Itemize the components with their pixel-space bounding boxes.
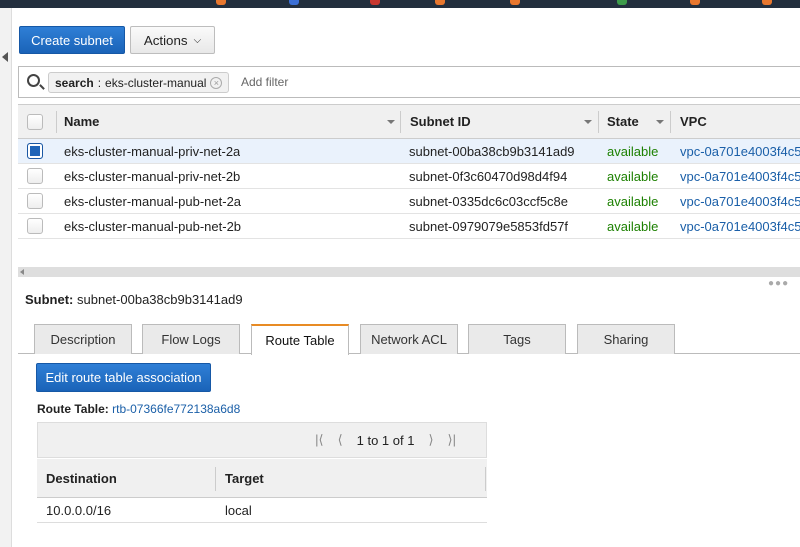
vpc-link[interactable]: vpc-0a701e4003f4c59 [680,214,800,238]
row-checkbox[interactable] [27,193,43,209]
subnet-id: subnet-0979079e5853fd57f [409,218,569,234]
subnet-id: subnet-0f3c60470d98d4f94 [409,168,568,184]
table-row[interactable]: eks-cluster-manual-priv-net-2a subnet-00… [18,139,800,164]
prev-page-icon[interactable]: ⟨ [338,432,343,448]
subnet-name: eks-cluster-manual-priv-net-2b [64,168,241,184]
tab-sharing[interactable]: Sharing [577,324,675,354]
subnet-id: subnet-00ba38cb9b3141ad9 [409,143,575,159]
actions-label: Actions [143,32,188,48]
service-icon[interactable] [617,0,627,5]
filter-bar[interactable]: search : eks-cluster-manual × [18,66,800,98]
top-nav-bar [0,0,800,8]
service-icon[interactable] [216,0,226,5]
table-row[interactable]: eks-cluster-manual-priv-net-2b subnet-0f… [18,164,800,189]
subnet-name: eks-cluster-manual-pub-net-2a [64,193,242,209]
filter-chip-key: search [55,75,94,90]
tab-route-table[interactable]: Route Table [251,324,349,355]
create-subnet-button[interactable]: Create subnet [19,26,125,54]
route-target: local [225,502,252,518]
row-checkbox[interactable] [27,168,43,184]
service-icon[interactable] [690,0,700,5]
table-row[interactable]: eks-cluster-manual-pub-net-2a subnet-033… [18,189,800,214]
subnet-id: subnet-0335dc6c03ccf5c8e [409,193,569,209]
table-row[interactable]: eks-cluster-manual-pub-net-2b subnet-097… [18,214,800,239]
state-value: available [607,218,659,234]
collapse-left-icon[interactable] [2,52,8,62]
first-page-icon[interactable]: |⟨ [315,432,323,448]
route-table-link[interactable]: rtb-07366fe772138a6d8 [112,402,240,416]
chevron-down-icon: ⌵ [193,34,202,46]
search-icon [27,74,40,87]
state-value: available [607,193,659,209]
main-panel: Create subnet Actions ⌵ search : eks-clu… [12,8,800,547]
row-checkbox[interactable] [27,143,43,159]
sort-caret-icon[interactable] [656,120,664,124]
column-header-name[interactable]: Name [64,105,99,138]
edit-route-table-association-button[interactable]: Edit route table association [36,363,211,392]
filter-chip[interactable]: search : eks-cluster-manual × [48,72,230,93]
service-icon[interactable] [289,0,299,5]
pagination-text: 1 to 1 of 1 [356,432,415,448]
selected-subnet-id: subnet-00ba38cb9b3141ad9 [77,292,243,307]
route-table-label: Route Table: rtb-07366fe772138a6d8 [37,402,241,416]
tab-flow-logs[interactable]: Flow Logs [142,324,240,354]
selected-subnet-label: Subnet: subnet-00ba38cb9b3141ad9 [25,292,243,307]
sort-caret-icon[interactable] [387,120,395,124]
scroll-left-icon[interactable] [20,269,24,275]
tab-description[interactable]: Description [34,324,132,354]
remove-filter-icon[interactable]: × [210,76,223,89]
state-value: available [607,143,659,159]
column-header-vpc[interactable]: VPC [680,105,707,138]
resize-handle-icon[interactable]: ●●● [768,278,789,289]
state-value: available [607,168,659,184]
add-filter-input[interactable] [241,75,441,89]
service-icon[interactable] [370,0,380,5]
detail-tabs: Description Flow Logs Route Table Networ… [18,324,800,355]
sort-caret-icon[interactable] [584,120,592,124]
subnet-name: eks-cluster-manual-pub-net-2b [64,218,242,234]
column-header-state[interactable]: State [607,105,639,138]
actions-dropdown-button[interactable]: Actions ⌵ [130,26,215,54]
subnets-table: Name Subnet ID State VPC eks-cluster-man… [18,104,800,239]
filter-chip-value: eks-cluster-manual [105,75,207,90]
row-checkbox[interactable] [27,218,43,234]
route-destination: 10.0.0.0/16 [46,502,112,518]
last-page-icon[interactable]: ⟩| [448,432,456,448]
subnet-name: eks-cluster-manual-priv-net-2a [64,143,241,159]
horizontal-scrollbar[interactable] [18,267,800,277]
next-page-icon[interactable]: ⟩ [428,432,433,448]
pagination: |⟨ ⟨ 1 to 1 of 1 ⟩ ⟩| [37,422,487,458]
service-icon[interactable] [510,0,520,5]
service-icon[interactable] [435,0,445,5]
tab-tags[interactable]: Tags [468,324,566,354]
routes-table: |⟨ ⟨ 1 to 1 of 1 ⟩ ⟩| Destination Target… [37,422,487,523]
sidebar-collapse-strip[interactable] [0,8,12,547]
routes-table-header: Destination Target [37,458,487,498]
tab-network-acl[interactable]: Network ACL [360,324,458,354]
service-icon[interactable] [762,0,772,5]
table-row[interactable]: 10.0.0.0/16 local [37,498,487,523]
column-header-destination[interactable]: Destination [46,459,117,497]
column-header-target[interactable]: Target [225,459,264,497]
table-header: Name Subnet ID State VPC [18,104,800,139]
vpc-link[interactable]: vpc-0a701e4003f4c59 [680,164,800,188]
select-all-checkbox[interactable] [27,113,43,130]
column-header-subnet-id[interactable]: Subnet ID [410,105,471,138]
vpc-link[interactable]: vpc-0a701e4003f4c59 [680,189,800,213]
vpc-link[interactable]: vpc-0a701e4003f4c59 [680,139,800,163]
